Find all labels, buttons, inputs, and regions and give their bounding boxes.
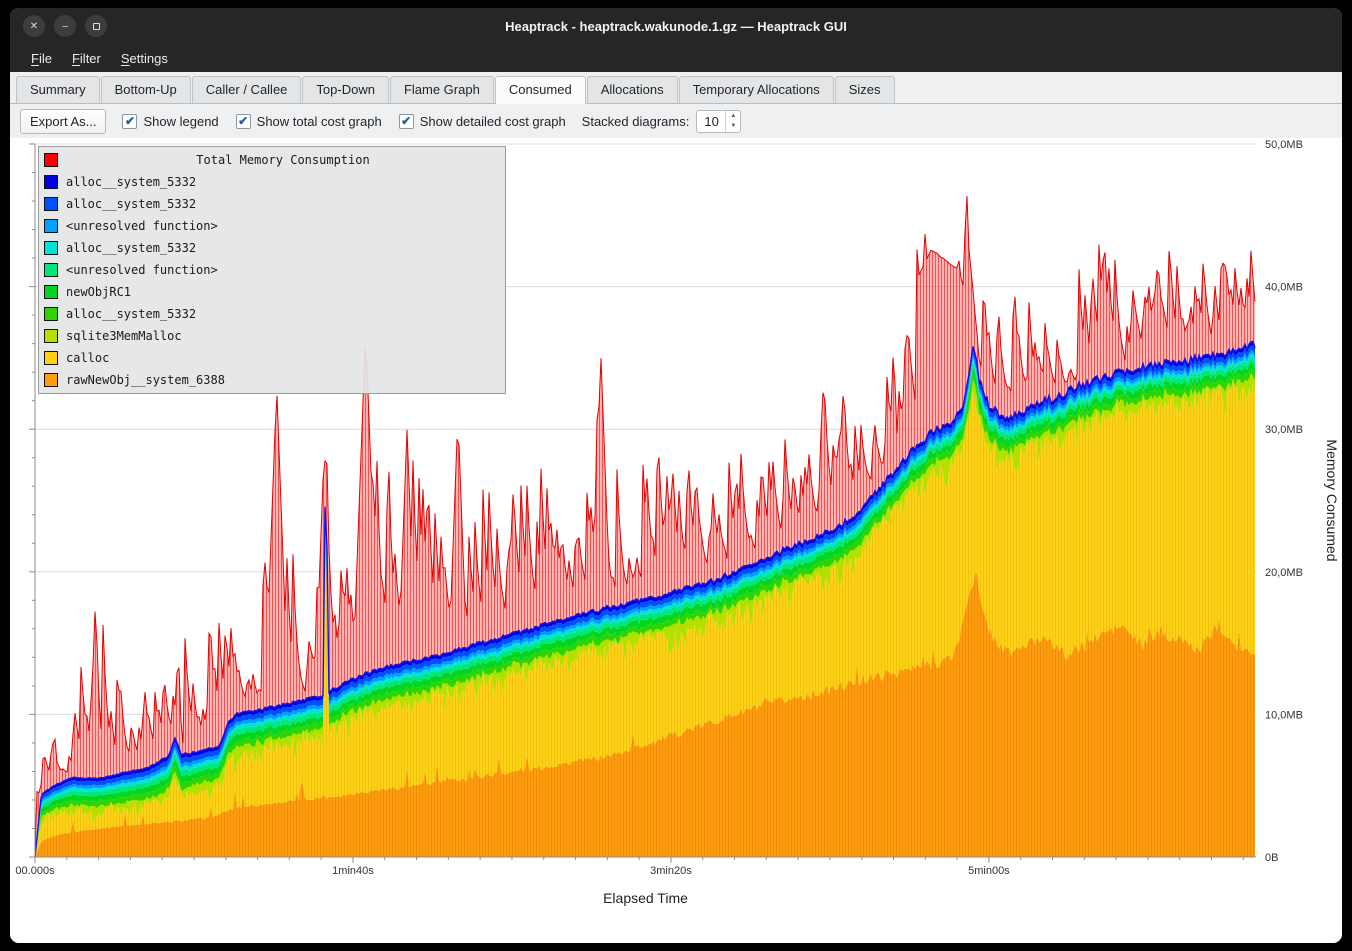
close-button[interactable]: ✕ bbox=[23, 15, 45, 37]
svg-text:00.000s: 00.000s bbox=[15, 865, 55, 877]
legend-item: alloc__system_5332 bbox=[39, 303, 505, 325]
legend-item-label: alloc__system_5332 bbox=[66, 307, 196, 321]
legend-item-label: alloc__system_5332 bbox=[66, 175, 196, 189]
checkbox-box-icon[interactable]: ✔ bbox=[399, 114, 414, 129]
checkbox-box-icon[interactable]: ✔ bbox=[122, 114, 137, 129]
menu-bar: FileFilterSettings bbox=[10, 44, 1342, 72]
tab-caller-callee[interactable]: Caller / Callee bbox=[192, 76, 302, 103]
legend-item: rawNewObj__system_6388 bbox=[39, 369, 505, 391]
menu-item-settings[interactable]: Settings bbox=[112, 47, 177, 70]
spin-down-button[interactable]: ▼ bbox=[726, 121, 740, 132]
heaptrack-window: ✕ – Heaptrack - heaptrack.wakunode.1.gz … bbox=[10, 8, 1342, 943]
tab-temporary-allocations[interactable]: Temporary Allocations bbox=[679, 76, 834, 103]
legend-color-swatch bbox=[44, 307, 58, 321]
maximize-button[interactable] bbox=[85, 15, 107, 37]
menu-item-file[interactable]: File bbox=[22, 47, 61, 70]
legend-color-swatch bbox=[44, 329, 58, 343]
close-icon: ✕ bbox=[30, 21, 38, 32]
title-bar: ✕ – Heaptrack - heaptrack.wakunode.1.gz … bbox=[10, 8, 1342, 44]
toolbar: Export As... ✔ Show legend ✔ Show total cos… bbox=[10, 104, 1342, 138]
legend-item-label: rawNewObj__system_6388 bbox=[66, 373, 225, 387]
tab-top-down[interactable]: Top-Down bbox=[302, 76, 389, 103]
legend-item-label: calloc bbox=[66, 351, 109, 365]
legend-item: calloc bbox=[39, 347, 505, 369]
svg-text:20,0MB: 20,0MB bbox=[1265, 567, 1303, 579]
stacked-diagrams-control: Stacked diagrams: 10 ▲▼ bbox=[582, 110, 742, 133]
toolbar-checkboxes: ✔ Show legend ✔ Show total cost graph ✔ Show … bbox=[122, 114, 565, 129]
legend-title: Total Memory Consumption bbox=[66, 153, 500, 167]
tab-sizes[interactable]: Sizes bbox=[835, 76, 895, 103]
legend-color-swatch bbox=[44, 351, 58, 365]
stacked-diagrams-spinbox[interactable]: 10 ▲▼ bbox=[696, 110, 741, 133]
export-as-button[interactable]: Export As... bbox=[20, 109, 106, 134]
checkbox-show-detailed-cost-graph[interactable]: ✔ Show detailed cost graph bbox=[399, 114, 566, 129]
minimize-button[interactable]: – bbox=[54, 15, 76, 37]
chart-legend: Total Memory Consumption alloc__system_53… bbox=[38, 146, 506, 394]
spinbox-value: 10 bbox=[697, 111, 725, 132]
window-controls: ✕ – bbox=[23, 15, 107, 37]
checkbox-label: Show total cost graph bbox=[257, 114, 382, 129]
tab-allocations[interactable]: Allocations bbox=[587, 76, 678, 103]
legend-item-label: <unresolved function> bbox=[66, 219, 218, 233]
minimize-icon: – bbox=[62, 21, 68, 32]
tab-flame-graph[interactable]: Flame Graph bbox=[390, 76, 494, 103]
legend-title-row: Total Memory Consumption bbox=[39, 149, 505, 171]
legend-item: alloc__system_5332 bbox=[39, 237, 505, 259]
legend-color-swatch bbox=[44, 373, 58, 387]
tab-bar: SummaryBottom-UpCaller / CalleeTop-DownF… bbox=[10, 72, 1342, 104]
legend-item: sqlite3MemMalloc bbox=[39, 325, 505, 347]
chart-area[interactable]: 0B 10,0MB 20,0MB 30,0MB 40,0MB 50,0MB 00.000s 1… bbox=[10, 138, 1342, 943]
stacked-diagrams-label: Stacked diagrams: bbox=[582, 114, 690, 129]
svg-text:Memory Consumed: Memory Consumed bbox=[1324, 439, 1340, 561]
spin-up-button[interactable]: ▲ bbox=[726, 111, 740, 122]
legend-item-label: newObjRC1 bbox=[66, 285, 131, 299]
legend-color-swatch bbox=[44, 219, 58, 233]
legend-item: <unresolved function> bbox=[39, 259, 505, 281]
legend-item: alloc__system_5332 bbox=[39, 193, 505, 215]
svg-text:1min40s: 1min40s bbox=[332, 865, 374, 877]
legend-item: alloc__system_5332 bbox=[39, 171, 505, 193]
svg-text:30,0MB: 30,0MB bbox=[1265, 424, 1303, 436]
menu-item-filter[interactable]: Filter bbox=[63, 47, 110, 70]
svg-text:40,0MB: 40,0MB bbox=[1265, 282, 1303, 294]
checkbox-label: Show detailed cost graph bbox=[420, 114, 566, 129]
tab-summary[interactable]: Summary bbox=[16, 76, 100, 103]
svg-text:50,0MB: 50,0MB bbox=[1265, 139, 1303, 151]
tab-consumed[interactable]: Consumed bbox=[495, 76, 586, 104]
legend-item-label: alloc__system_5332 bbox=[66, 197, 196, 211]
legend-color-swatch bbox=[44, 263, 58, 277]
checkbox-show-total-cost-graph[interactable]: ✔ Show total cost graph bbox=[236, 114, 382, 129]
legend-item-label: sqlite3MemMalloc bbox=[66, 329, 182, 343]
legend-color-swatch bbox=[44, 197, 58, 211]
legend-item: newObjRC1 bbox=[39, 281, 505, 303]
legend-item: <unresolved function> bbox=[39, 215, 505, 237]
window-title: Heaptrack - heaptrack.wakunode.1.gz — He… bbox=[505, 19, 847, 34]
checkbox-box-icon[interactable]: ✔ bbox=[236, 114, 251, 129]
checkbox-label: Show legend bbox=[143, 114, 218, 129]
tab-bottom-up[interactable]: Bottom-Up bbox=[101, 76, 191, 103]
svg-text:10,0MB: 10,0MB bbox=[1265, 709, 1303, 721]
svg-text:Elapsed Time: Elapsed Time bbox=[603, 890, 688, 906]
legend-color-swatch bbox=[44, 153, 58, 167]
maximize-icon bbox=[93, 23, 100, 30]
legend-color-swatch bbox=[44, 175, 58, 189]
svg-text:5min00s: 5min00s bbox=[968, 865, 1010, 877]
legend-item-label: alloc__system_5332 bbox=[66, 241, 196, 255]
legend-color-swatch bbox=[44, 241, 58, 255]
spinbox-buttons: ▲▼ bbox=[725, 111, 740, 132]
legend-item-label: <unresolved function> bbox=[66, 263, 218, 277]
svg-text:0B: 0B bbox=[1265, 852, 1278, 864]
legend-color-swatch bbox=[44, 285, 58, 299]
checkbox-show-legend[interactable]: ✔ Show legend bbox=[122, 114, 218, 129]
svg-text:3min20s: 3min20s bbox=[650, 865, 692, 877]
